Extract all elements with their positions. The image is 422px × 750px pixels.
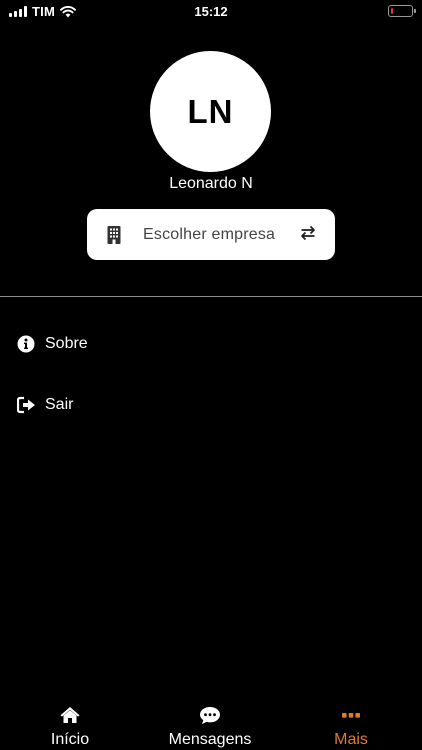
more-dots-icon: [342, 713, 360, 718]
tab-inicio[interactable]: Início: [0, 700, 140, 750]
choose-company-button[interactable]: Escolher empresa: [87, 209, 335, 260]
info-circle-icon: [17, 335, 35, 353]
home-icon: [60, 707, 80, 723]
more-screen: TIM 15:12 LN Leonardo N Escolher empresa: [0, 0, 422, 750]
choose-company-label: Escolher empresa: [143, 226, 276, 243]
avatar: LN: [150, 51, 271, 172]
user-name: Leonardo N: [169, 175, 253, 192]
tab-mensagens[interactable]: Mensagens: [140, 700, 280, 750]
tab-label: Mais: [334, 731, 368, 748]
building-icon: [107, 226, 121, 244]
battery-level-fill: [390, 7, 393, 14]
tab-mais[interactable]: Mais: [281, 700, 421, 750]
menu-item-label: Sair: [45, 396, 74, 413]
divider: [0, 296, 422, 297]
menu-item-sair[interactable]: Sair: [0, 385, 422, 425]
tab-label: Início: [50, 731, 90, 748]
sign-out-icon: [17, 396, 35, 414]
menu-item-label: Sobre: [45, 335, 88, 352]
status-bar: TIM 15:12: [0, 0, 422, 22]
menu-item-sobre[interactable]: Sobre: [0, 324, 422, 364]
swap-arrows-icon: [301, 225, 315, 241]
tab-label: Mensagens: [168, 731, 252, 748]
battery-icon: [388, 5, 416, 17]
tab-bar: Início Mensagens Mais: [0, 700, 422, 750]
status-time: 15:12: [194, 4, 228, 19]
chat-bubble-icon: [200, 707, 220, 724]
